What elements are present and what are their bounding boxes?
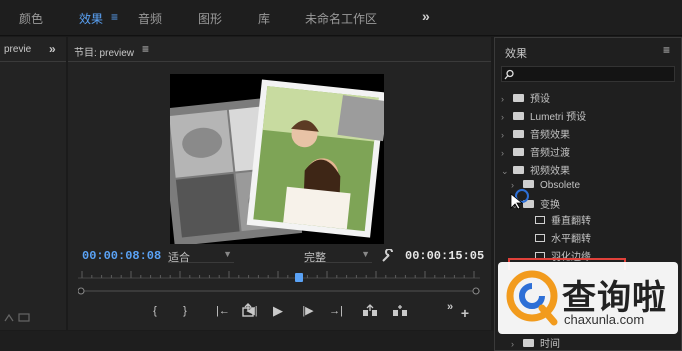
source-panel-header: previe » [0,37,66,61]
program-monitor: 节目: preview ≡ 00:00:08:08 适合 ▼ 完整 ▼ 00:0… [68,37,491,330]
mark-in-button[interactable]: { [147,303,163,319]
expand-arrow-icon[interactable]: › [501,94,513,104]
goto-in-button[interactable]: |← [213,303,233,319]
chevron-down-icon: ▼ [223,249,232,259]
lift-extract-icon[interactable] [4,311,34,323]
insert-icon[interactable] [240,303,256,319]
effect-horizontal-flip[interactable]: 水平翻转 [535,230,591,246]
effects-menu-icon[interactable]: ≡ [663,43,670,57]
tree-item-label: 音频过渡 [530,148,570,159]
button-editor-add-icon[interactable]: + [457,305,473,321]
expand-arrow-icon[interactable]: › [501,112,513,122]
tab-effects[interactable]: 效果 [79,10,103,27]
folder-icon [523,339,534,347]
tree-item-label: Lumetri 预设 [530,112,587,123]
watermark-url: chaxunla.com [564,312,645,327]
tab-graphics[interactable]: 图形 [198,10,222,27]
source-panel: previe » [0,37,66,330]
tree-item-audio-effects[interactable]: › 音频效果 [501,126,570,142]
tab-libraries[interactable]: 库 [258,10,270,27]
tree-item-audio-transitions[interactable]: › 音频过渡 [501,144,570,160]
effects-panel-title[interactable]: 效果 [505,45,527,61]
folder-icon [513,148,524,156]
play-button[interactable]: ▶ [270,303,286,319]
more-controls-icon[interactable]: » [442,299,458,315]
tab-audio[interactable]: 音频 [138,10,162,27]
folder-icon [523,180,534,188]
source-panel-title[interactable]: previe [4,44,31,55]
tree-item-label: 预设 [530,94,550,105]
mark-out-button[interactable]: } [177,303,193,319]
bottom-panel-strip [0,331,494,351]
tree-item-label: 时间 [540,339,560,350]
tree-item-label: Obsolete [540,180,581,191]
effect-vertical-flip[interactable]: 垂直翻转 [535,212,591,228]
tree-item-lumetri-presets[interactable]: › Lumetri 预设 [501,108,586,124]
program-menu-icon[interactable]: ≡ [142,42,149,56]
folder-star-icon [513,112,524,120]
video-preview[interactable] [170,74,384,244]
tree-item-label: 变换 [540,200,560,211]
effect-icon [535,216,545,224]
tab-color[interactable]: 颜色 [19,10,43,27]
effects-search-input[interactable] [501,66,675,82]
expand-arrow-icon[interactable]: › [511,339,523,349]
wrench-icon[interactable] [381,249,395,263]
tree-item-label: 垂直翻转 [551,216,591,227]
time-ruler-ticks [77,271,480,295]
fit-value: 适合 [168,252,190,264]
program-monitor-header: 节目: preview ≡ [68,37,491,61]
tab-effects-menu-icon[interactable]: ≡ [111,10,118,24]
current-timecode[interactable]: 00:00:08:08 [82,249,161,263]
search-icon [504,69,514,80]
folder-star-icon [513,94,524,102]
chevron-down-icon: ▼ [361,249,370,259]
time-ruler[interactable] [77,269,480,295]
tab-untitled-workspace[interactable]: 未命名工作区 [305,10,377,27]
more-workspaces-icon[interactable]: » [422,8,430,24]
playhead[interactable] [295,273,304,282]
expand-arrow-icon[interactable]: › [501,148,513,158]
video-frame-image [170,74,384,244]
tree-item-presets[interactable]: › 预设 [501,90,550,106]
step-forward-button[interactable]: |▶ [300,303,316,319]
extract-icon[interactable] [391,303,409,319]
watermark: 查询啦 chaxunla.com [498,262,678,334]
goto-out-button[interactable]: →| [326,303,346,319]
folder-icon [513,130,524,138]
tree-item-label: 水平翻转 [551,234,591,245]
panel-overflow-icon[interactable]: » [49,42,56,56]
lift-icon[interactable] [361,303,379,319]
program-monitor-title[interactable]: 节目: preview [74,44,134,59]
duration-timecode: 00:00:15:05 [405,249,485,263]
collapse-arrow-icon[interactable]: ⌄ [501,166,513,177]
tree-item-time[interactable]: › 时间 [511,335,560,351]
tree-item-label: 视频效果 [530,166,570,177]
expand-arrow-icon[interactable]: › [501,130,513,140]
mouse-cursor-icon [510,189,529,210]
quality-value: 完整 [304,252,326,264]
divider [68,61,491,62]
quality-dropdown[interactable]: 完整 ▼ [304,249,372,264]
effect-icon [535,234,545,242]
divider [0,61,66,62]
folder-icon [513,166,524,174]
tree-item-video-effects[interactable]: ⌄ 视频效果 [501,162,570,178]
effects-panel-header: 效果 ≡ [495,38,681,62]
watermark-logo-icon [506,270,558,326]
workspace-bar: 颜色 效果 ≡ 音频 图形 库 未命名工作区 » [0,0,682,36]
tree-item-label: 音频效果 [530,130,570,141]
fit-dropdown[interactable]: 适合 ▼ [168,249,234,264]
